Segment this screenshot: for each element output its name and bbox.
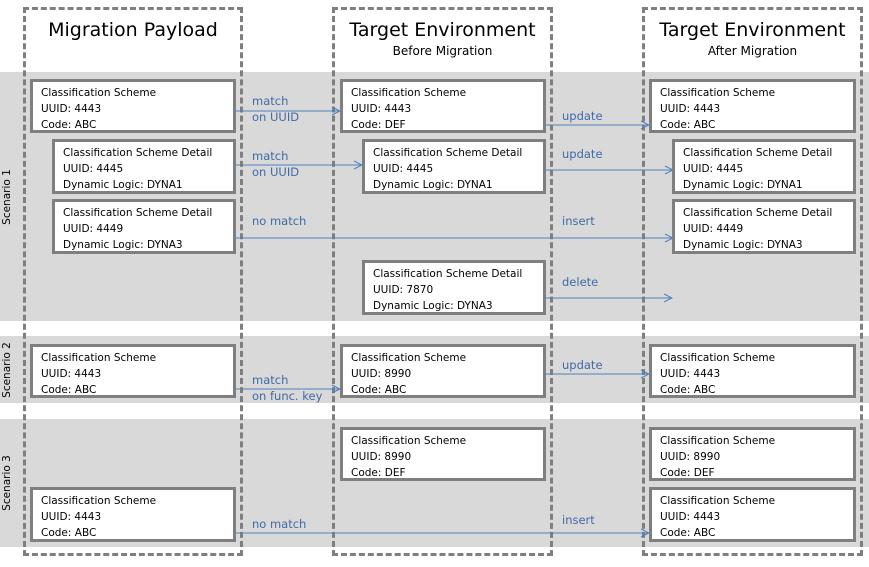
label-s1-match-detail: match on UUID [252, 149, 300, 179]
label-s1-delete: delete [562, 275, 599, 289]
label-s1-no-match: no match [252, 214, 307, 228]
label-s1-update-scheme: update [562, 109, 603, 123]
s3-before-scheme-box: Classification Scheme UUID: 8990 Code: DEF [340, 427, 546, 481]
s1-payload-scheme-box: Classification Scheme UUID: 4443 Code: ABC [30, 79, 236, 133]
s2-before-scheme-box: Classification Scheme UUID: 8990 Code: ABC [340, 344, 546, 398]
s2-after-scheme-box: Classification Scheme UUID: 4443 Code: ABC [649, 344, 856, 398]
label-s3-insert: insert [562, 513, 595, 527]
s1-payload-detail1-box: Classification Scheme Detail UUID: 4445 Dy… [52, 139, 236, 194]
s1-before-scheme-box: Classification Scheme UUID: 4443 Code: DEF [340, 79, 546, 133]
s1-payload-detail2-box: Classification Scheme Detail UUID: 4449 Dy… [52, 199, 236, 254]
label-s2-update: update [562, 358, 603, 372]
label-s3-no-match: no match [252, 517, 307, 531]
s3-after-scheme2-box: Classification Scheme UUID: 4443 Code: ABC [649, 487, 856, 542]
s1-before-detail2-box: Classification Scheme Detail UUID: 7870 Dy… [362, 260, 546, 315]
s1-after-scheme-box: Classification Scheme UUID: 4443 Code: ABC [649, 79, 856, 133]
s1-after-detail1-box: Classification Scheme Detail UUID: 4445 Dy… [672, 139, 856, 194]
s3-after-scheme1-box: Classification Scheme UUID: 8990 Code: DEF [649, 427, 856, 481]
label-s1-match-scheme: match on UUID [252, 94, 300, 124]
s2-payload-scheme-box: Classification Scheme UUID: 4443 Code: ABC [30, 344, 236, 398]
s3-payload-scheme-box: Classification Scheme UUID: 4443 Code: ABC [30, 487, 236, 542]
label-s2-match: match on func. key [252, 373, 323, 403]
s1-before-detail1-box: Classification Scheme Detail UUID: 4445 Dy… [362, 139, 546, 194]
label-s1-insert: insert [562, 214, 595, 228]
s1-after-detail2-box: Classification Scheme Detail UUID: 4449 Dy… [672, 199, 856, 254]
label-s1-update-detail: update [562, 147, 603, 161]
